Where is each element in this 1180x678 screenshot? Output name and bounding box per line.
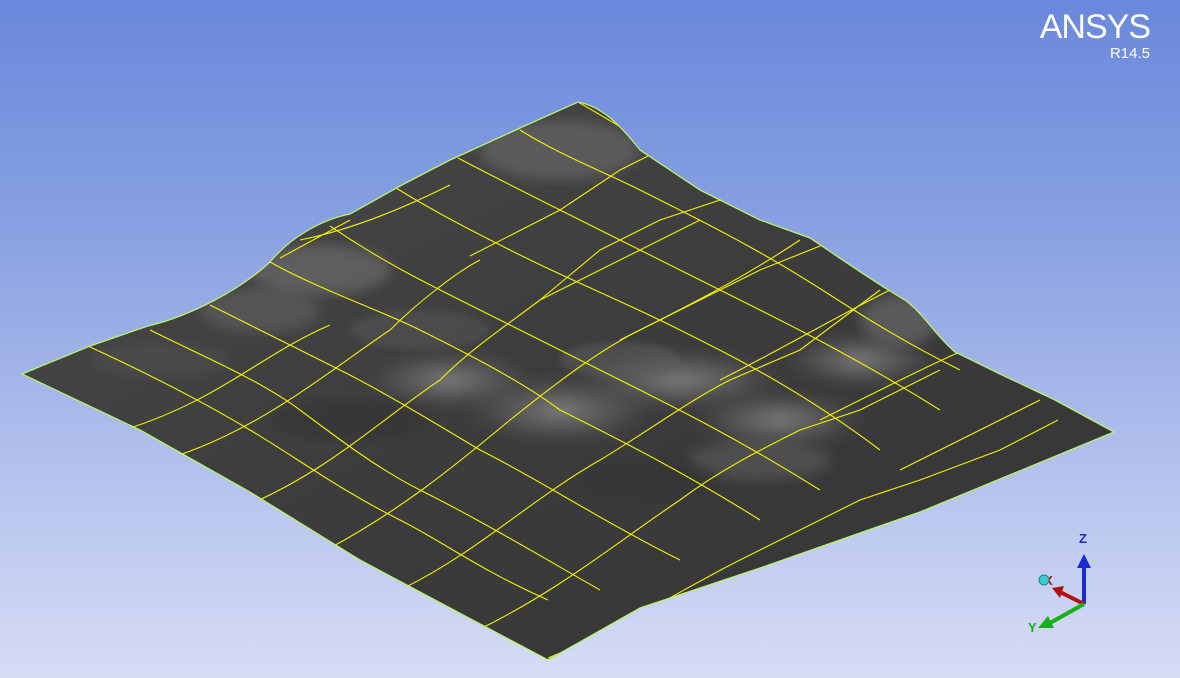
ansys-logo: ANSYS R14.5 [1039,8,1151,62]
release-version: R14.5 [1109,45,1150,62]
y-axis-icon [1049,602,1085,625]
iso-view-sphere-icon[interactable] [1038,574,1050,586]
z-axis-label: Z [1079,531,1087,546]
coordinate-triad[interactable]: Z X Y [1020,528,1100,638]
product-name: ANSYS [1039,8,1151,46]
x-axis-icon [1059,590,1085,606]
y-axis-label: Y [1028,620,1037,635]
graphics-viewport[interactable]: ANSYS R14.5 Z X Y [0,0,1180,678]
z-arrow-icon [1077,554,1091,568]
terrain-surface-view[interactable] [0,0,1180,678]
